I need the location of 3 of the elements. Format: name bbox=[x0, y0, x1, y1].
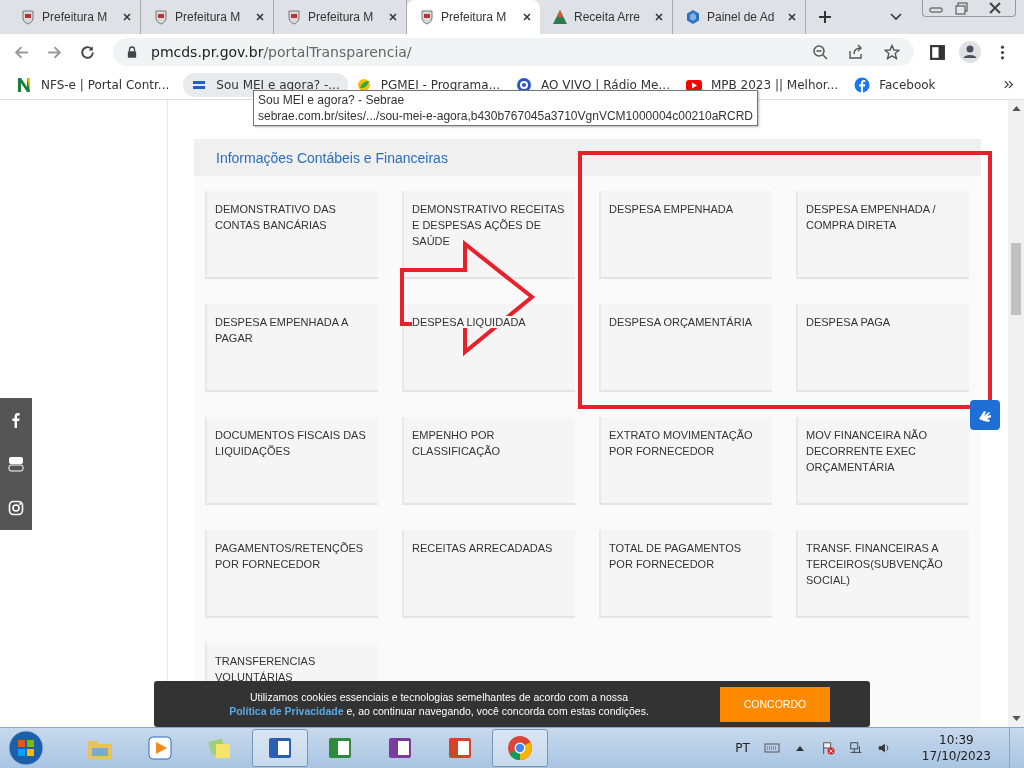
cookie-notice-text: Utilizamos cookies essenciais e tecnologias semelhantes de acordo com a nossa Política de Privacidade e, ao continuar navegando, você concorda com estas condições. bbox=[228, 690, 650, 718]
tooltip-url: sebrae.com.br/sites/.../sou-mei-e-agora,b430b767045a3710VgnVCM1000004c00210aRCRD bbox=[258, 108, 753, 124]
section-title: Informações Contábeis e Financeiras bbox=[216, 149, 448, 166]
